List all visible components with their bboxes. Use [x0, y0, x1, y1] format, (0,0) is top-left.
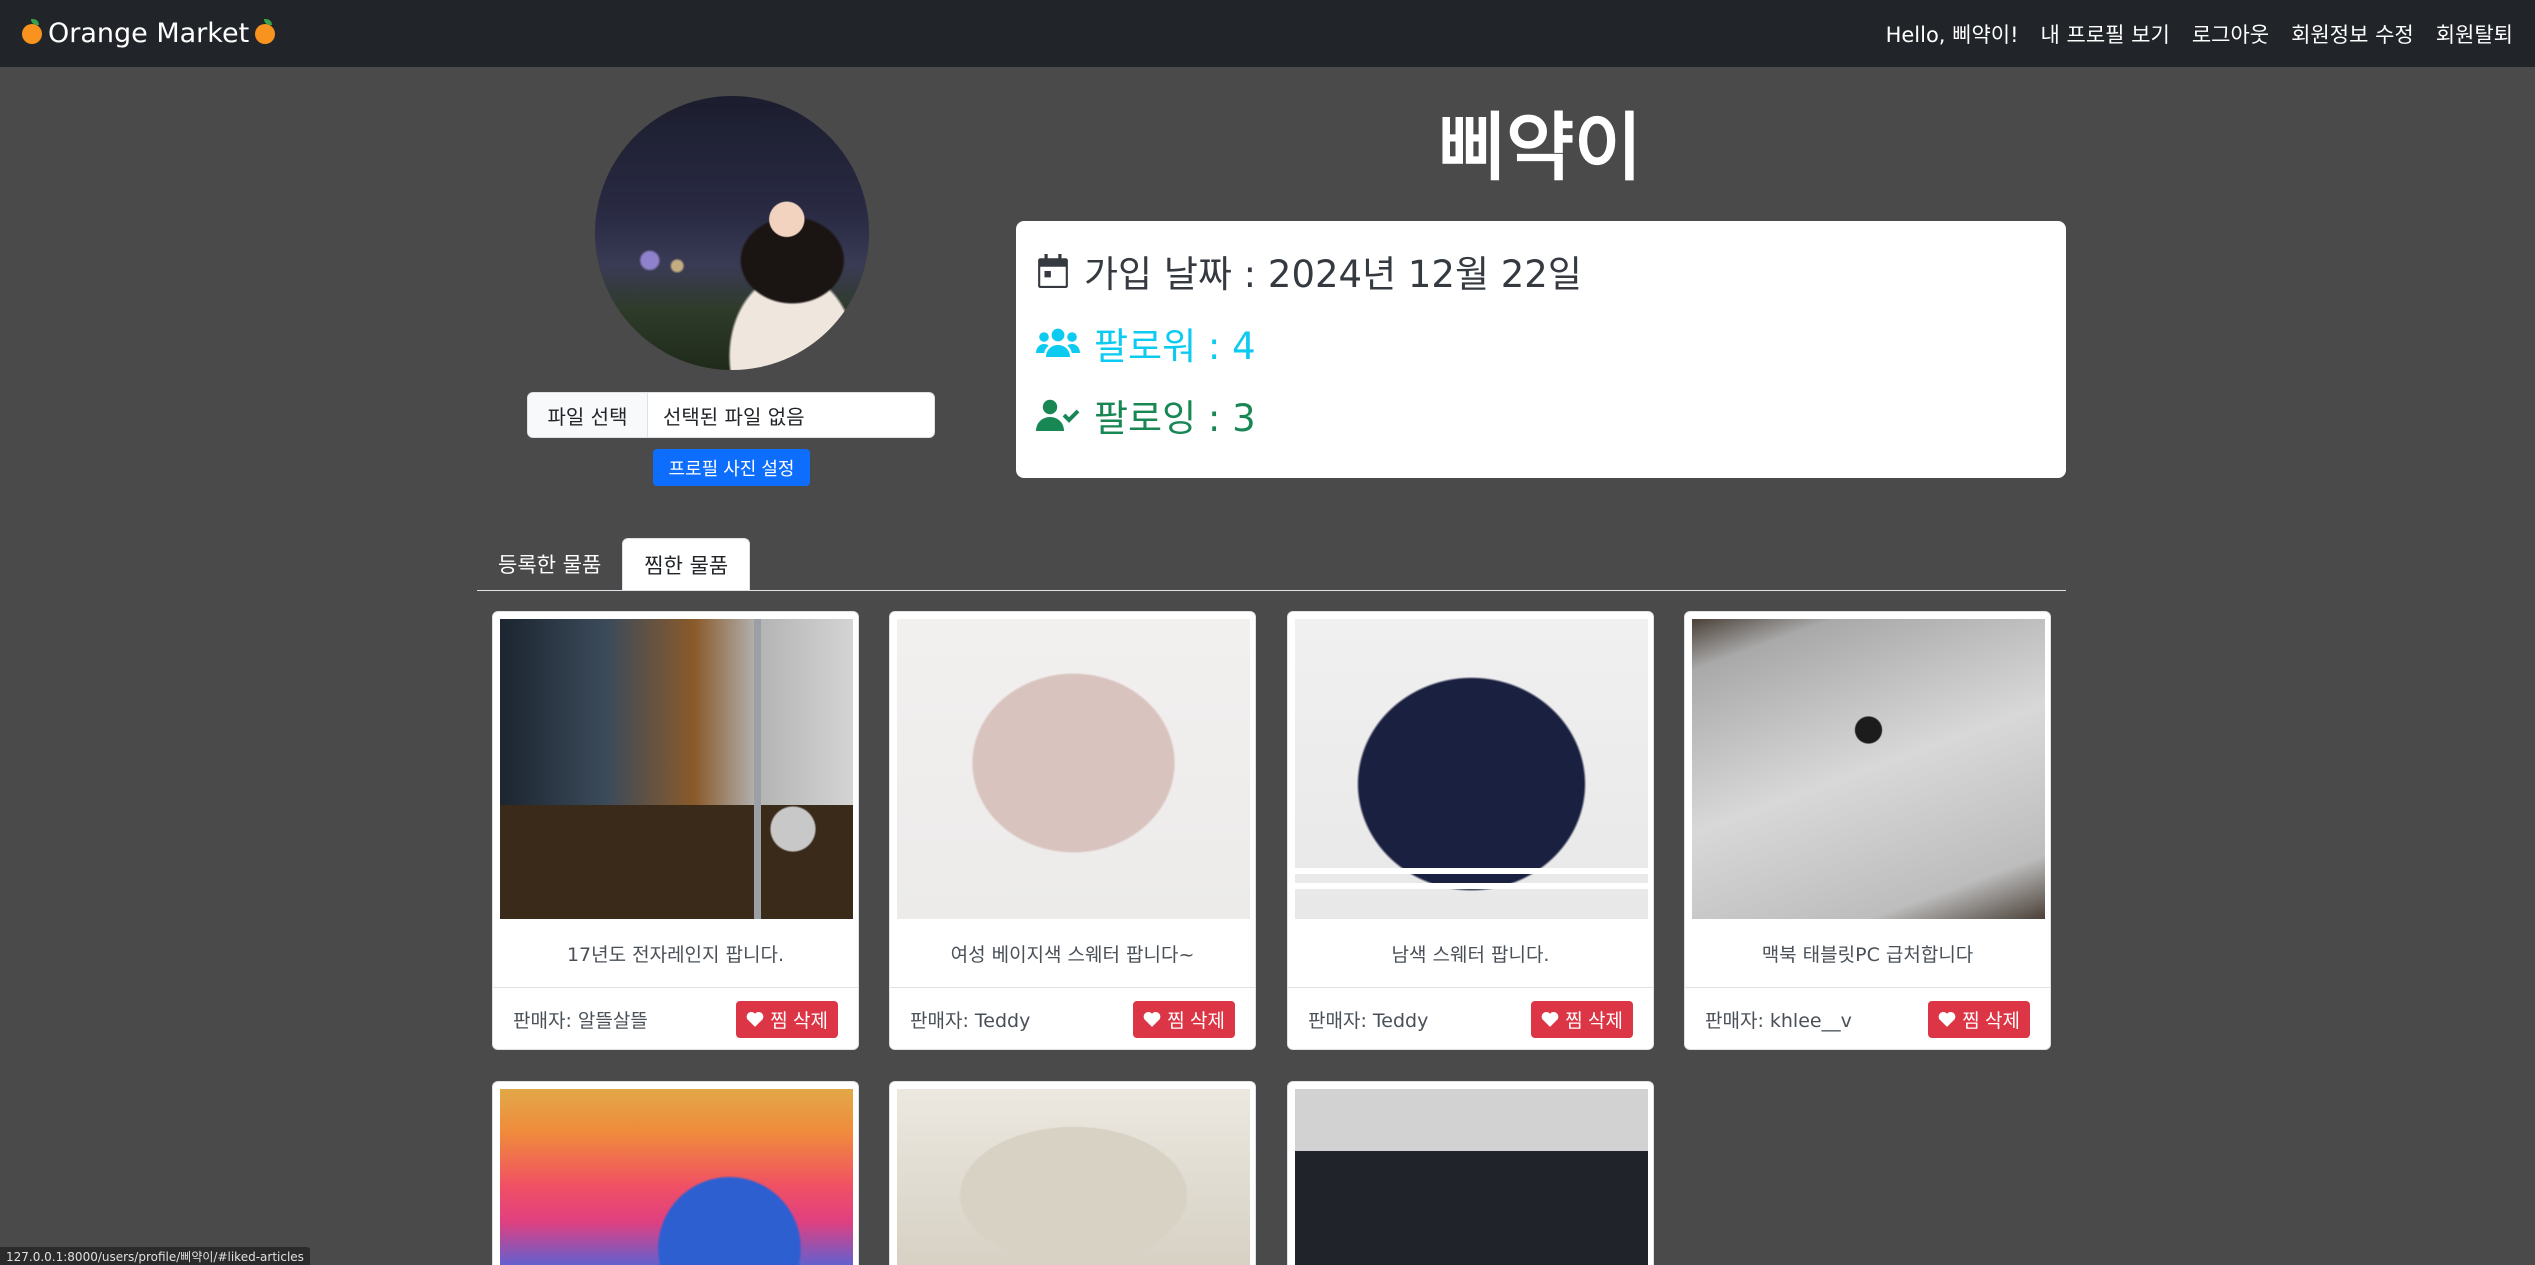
profile-photo: [595, 96, 869, 370]
card-footer: 판매자: khlee__v 찜 삭제: [1685, 987, 2050, 1049]
product-image[interactable]: [897, 619, 1250, 919]
product-card[interactable]: 17년도 전자레인지 팝니다. 판매자: 알뜰살뜰 찜 삭제: [492, 611, 859, 1050]
unlike-label: 찜 삭제: [1167, 1010, 1225, 1032]
unlike-button[interactable]: 찜 삭제: [1133, 1000, 1235, 1038]
unlike-label: 찜 삭제: [770, 1010, 828, 1032]
seller-label: 판매자: Teddy: [1308, 1009, 1429, 1032]
product-card[interactable]: [889, 1081, 1256, 1265]
unlike-label: 찜 삭제: [1962, 1010, 2020, 1032]
product-image[interactable]: [897, 1089, 1250, 1265]
product-title[interactable]: 맥북 태블릿PC 급처합니다: [1685, 940, 2050, 967]
brand-link[interactable]: Orange Market: [22, 18, 276, 49]
product-card[interactable]: 맥북 태블릿PC 급처합니다 판매자: khlee__v 찜 삭제: [1684, 611, 2051, 1050]
file-select-button[interactable]: 파일 선택: [528, 393, 648, 437]
greeting-link[interactable]: Hello, 삐약이!: [1886, 19, 2019, 49]
product-image[interactable]: [1295, 1089, 1648, 1265]
unlike-label: 찜 삭제: [1565, 1010, 1623, 1032]
product-image[interactable]: [500, 1089, 853, 1265]
following-count: 팔로잉 : 3: [1094, 397, 1256, 440]
seller-label: 판매자: 알뜰살뜰: [513, 1009, 648, 1032]
followers-row[interactable]: 팔로워 : 4: [1036, 307, 2046, 379]
product-image[interactable]: [1295, 619, 1648, 919]
heart-icon: [746, 1011, 764, 1027]
join-date: 가입 날짜 : 2024년 12월 22일: [1084, 253, 1582, 296]
profile-tabs: 등록한 물품 찜한 물품: [477, 538, 2066, 591]
product-title[interactable]: 여성 베이지색 스웨터 팝니다~: [890, 940, 1255, 967]
logout-link[interactable]: 로그아웃: [2192, 19, 2269, 49]
nav-links: Hello, 삐약이! 내 프로필 보기 로그아웃 회원정보 수정 회원탈퇴: [1886, 19, 2513, 49]
followers-count: 팔로워 : 4: [1094, 325, 1256, 368]
profile-info-card: 가입 날짜 : 2024년 12월 22일 팔로워 : 4 팔로잉 : 3: [1016, 221, 2066, 478]
product-title[interactable]: 남색 스웨터 팝니다.: [1288, 940, 1653, 967]
seller-label: 판매자: khlee__v: [1705, 1009, 1852, 1032]
unlike-button[interactable]: 찜 삭제: [1531, 1000, 1633, 1038]
users-icon: [1036, 328, 1080, 357]
product-card[interactable]: [1287, 1081, 1654, 1265]
orange-icon: [22, 18, 42, 44]
tab-liked-items[interactable]: 찜한 물품: [622, 538, 751, 590]
set-profile-photo-button[interactable]: 프로필 사진 설정: [653, 449, 810, 486]
product-card[interactable]: [492, 1081, 859, 1265]
product-title[interactable]: 17년도 전자레인지 팝니다.: [493, 940, 858, 967]
calendar-icon: [1038, 254, 1068, 288]
following-row[interactable]: 팔로잉 : 3: [1036, 379, 2046, 451]
my-profile-link[interactable]: 내 프로필 보기: [2041, 19, 2170, 49]
orange-icon: [255, 18, 276, 44]
unlike-button[interactable]: 찜 삭제: [736, 1000, 838, 1038]
card-footer: 판매자: Teddy 찜 삭제: [890, 987, 1255, 1049]
brand-label: Orange Market: [48, 18, 250, 49]
navbar: Orange Market Hello, 삐약이! 내 프로필 보기 로그아웃 …: [0, 0, 2535, 67]
product-card[interactable]: 남색 스웨터 팝니다. 판매자: Teddy 찜 삭제: [1287, 611, 1654, 1050]
file-status: 선택된 파일 없음: [663, 404, 805, 429]
card-footer: 판매자: Teddy 찜 삭제: [1288, 987, 1653, 1049]
profile-file-input[interactable]: 파일 선택 선택된 파일 없음: [527, 392, 935, 438]
heart-icon: [1143, 1011, 1161, 1027]
join-date-row: 가입 날짜 : 2024년 12월 22일: [1036, 235, 2046, 307]
tab-registered-items[interactable]: 등록한 물품: [477, 538, 622, 590]
product-image[interactable]: [500, 619, 853, 919]
card-footer: 판매자: 알뜰살뜰 찜 삭제: [493, 987, 858, 1049]
heart-icon: [1938, 1011, 1956, 1027]
withdraw-link[interactable]: 회원탈퇴: [2436, 19, 2513, 49]
browser-status-url: 127.0.0.1:8000/users/profile/삐약이/#liked-…: [0, 1247, 310, 1265]
product-image[interactable]: [1692, 619, 2045, 919]
user-check-icon: [1036, 399, 1080, 431]
product-card[interactable]: 여성 베이지색 스웨터 팝니다~ 판매자: Teddy 찜 삭제: [889, 611, 1256, 1050]
heart-icon: [1541, 1011, 1559, 1027]
seller-label: 판매자: Teddy: [910, 1009, 1031, 1032]
profile-username: 삐약이: [1437, 105, 1643, 191]
unlike-button[interactable]: 찜 삭제: [1928, 1000, 2030, 1038]
edit-account-link[interactable]: 회원정보 수정: [2291, 19, 2414, 49]
